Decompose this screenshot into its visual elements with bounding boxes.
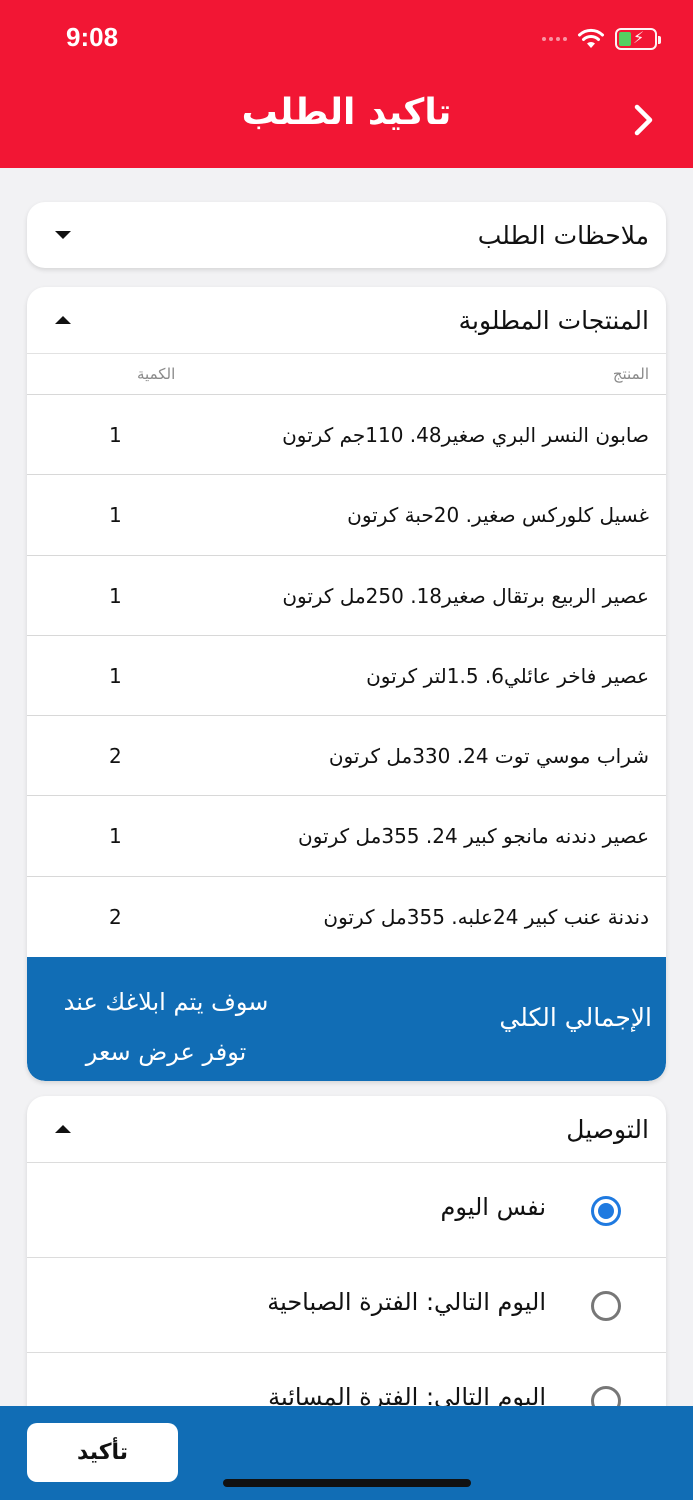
delivery-title: التوصيل (566, 1114, 649, 1144)
product-quantity: 1 (109, 583, 122, 608)
total-label: الإجمالي الكلي (499, 1003, 652, 1033)
wifi-icon (578, 28, 604, 48)
products-title: المنتجات المطلوبة (458, 305, 649, 335)
column-quantity: الكمية (137, 365, 176, 383)
product-quantity: 2 (109, 904, 122, 929)
table-row: غسيل كلوركس صغير. 20حبة كرتون 1 (27, 475, 666, 556)
battery-icon: ⚡ (615, 28, 661, 50)
product-quantity: 1 (109, 824, 122, 849)
delivery-header[interactable]: التوصيل (27, 1096, 666, 1162)
status-icons: ⚡ (542, 24, 661, 54)
total-note: سوف يتم ابلاغك عند توفر عرض سعر (63, 988, 269, 1067)
caret-up-icon (55, 316, 71, 324)
product-quantity: 1 (109, 503, 122, 528)
products-header[interactable]: المنتجات المطلوبة (27, 287, 666, 353)
app-header: 9:08 ⚡ تاكيد الطلب (0, 0, 693, 168)
radio-selected-icon[interactable] (591, 1196, 621, 1226)
order-notes-card[interactable]: ملاحظات الطلب (27, 202, 666, 268)
table-row: شراب موسي توت 24. 330مل كرتون 2 (27, 716, 666, 797)
delivery-option-same-day[interactable]: نفس اليوم (27, 1162, 666, 1257)
status-time: 9:08 (66, 22, 119, 52)
product-name: صابون النسر البري صغير48. 110جم كرتون (282, 423, 649, 447)
product-quantity: 2 (109, 744, 122, 769)
product-name: عصير الربيع برتقال صغير18. 250مل كرتون (282, 583, 649, 608)
products-table-header: المنتج الكمية (27, 353, 666, 395)
table-row: صابون النسر البري صغير48. 110جم كرتون 1 (27, 395, 666, 476)
delivery-option-label: اليوم التالي: الفترة الصباحية (267, 1288, 546, 1316)
table-row: عصير فاخر عائلي6. 1.5لتر كرتون 1 (27, 636, 666, 717)
table-row: عصير الربيع برتقال صغير18. 250مل كرتون 1 (27, 556, 666, 636)
home-indicator (223, 1479, 471, 1487)
page-title: تاكيد الطلب (241, 92, 452, 133)
table-row: عصير دندنه مانجو كبير 24. 355مل كرتون 1 (27, 796, 666, 877)
total-bar: الإجمالي الكلي سوف يتم ابلاغك عند توفر ع… (27, 957, 666, 1082)
back-button[interactable] (629, 100, 659, 140)
product-name: غسيل كلوركس صغير. 20حبة كرتون (347, 503, 649, 528)
order-notes-header[interactable]: ملاحظات الطلب (27, 202, 666, 268)
caret-up-icon (55, 1125, 71, 1133)
delivery-option-next-morning[interactable]: اليوم التالي: الفترة الصباحية (27, 1257, 666, 1352)
product-quantity: 1 (109, 423, 122, 447)
product-name: عصير دندنه مانجو كبير 24. 355مل كرتون (298, 824, 649, 849)
order-notes-title: ملاحظات الطلب (477, 220, 649, 250)
product-name: شراب موسي توت 24. 330مل كرتون (328, 744, 649, 769)
table-row: دندنة عنب كبير 24علبه. 355مل كرتون 2 (27, 877, 666, 957)
chevron-right-icon (634, 104, 653, 136)
product-quantity: 1 (109, 663, 122, 688)
radio-unselected-icon[interactable] (591, 1291, 621, 1321)
delivery-option-label: نفس اليوم (440, 1193, 546, 1221)
cellular-signal-icon (542, 37, 567, 41)
product-name: عصير فاخر عائلي6. 1.5لتر كرتون (366, 663, 649, 688)
confirm-button[interactable]: تأكيد (27, 1423, 178, 1482)
bottom-bar: تأكيد (0, 1406, 693, 1500)
delivery-card: التوصيل نفس اليوم اليوم التالي: الفترة ا… (27, 1096, 666, 1436)
column-product: المنتج (612, 365, 649, 383)
products-card: المنتجات المطلوبة المنتج الكمية صابون ال… (27, 287, 666, 1082)
caret-down-icon (55, 231, 71, 239)
product-name: دندنة عنب كبير 24علبه. 355مل كرتون (323, 904, 649, 929)
